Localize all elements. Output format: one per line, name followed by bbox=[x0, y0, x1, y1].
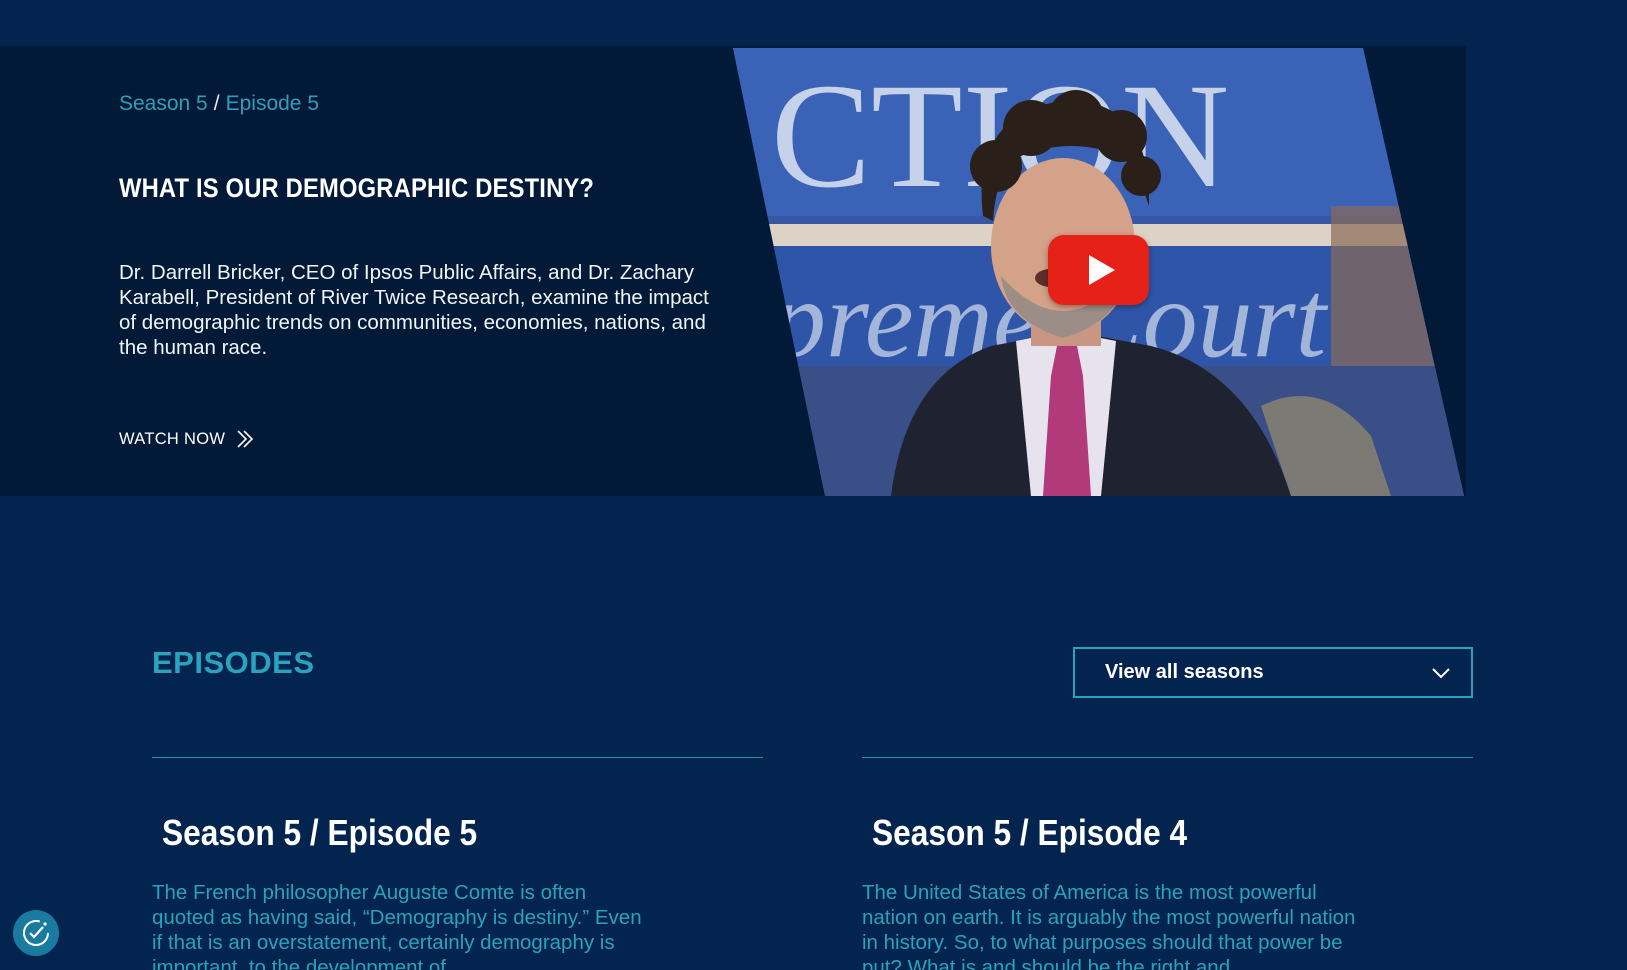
season-select-value: View all seasons bbox=[1105, 661, 1264, 683]
card-divider bbox=[862, 757, 1473, 758]
episode-description: Dr. Darrell Bricker, CEO of Ipsos Public… bbox=[119, 261, 709, 359]
episode-title: WHAT IS OUR DEMOGRAPHIC DESTINY? bbox=[119, 173, 595, 203]
chevron-down-icon bbox=[1432, 667, 1450, 678]
watch-now-label: WATCH NOW bbox=[119, 429, 226, 448]
episode-card-summary: The United States of America is the most… bbox=[862, 881, 1356, 970]
breadcrumb-season[interactable]: Season 5 bbox=[119, 92, 208, 115]
episode-card[interactable]: Season 5 / Episode 4 The United States o… bbox=[862, 757, 1473, 970]
episode-card[interactable]: Season 5 / Episode 5 The French philosop… bbox=[152, 757, 763, 970]
cookie-consent-icon bbox=[23, 920, 49, 946]
watch-now-link[interactable]: WATCH NOW bbox=[119, 429, 255, 449]
cookie-consent-button[interactable] bbox=[13, 910, 59, 956]
breadcrumb-episode[interactable]: Episode 5 bbox=[226, 92, 319, 115]
play-icon bbox=[1088, 255, 1115, 285]
breadcrumb: Season 5/ Episode 5 bbox=[119, 92, 319, 116]
episode-card-heading[interactable]: Season 5 / Episode 4 bbox=[872, 812, 1401, 854]
double-chevron-right-icon bbox=[237, 430, 254, 448]
episode-card-summary: The French philosopher Auguste Comte is … bbox=[152, 881, 642, 970]
card-divider bbox=[152, 757, 763, 758]
video-player[interactable]: CTION preme Court bbox=[731, 46, 1466, 496]
episode-card-heading[interactable]: Season 5 / Episode 5 bbox=[162, 812, 691, 854]
breadcrumb-separator: / bbox=[213, 92, 220, 115]
episodes-section-title: EPISODES bbox=[152, 645, 315, 680]
featured-episode-hero: Season 5/ Episode 5 WHAT IS OUR DEMOGRAPH… bbox=[0, 46, 1466, 496]
play-button[interactable] bbox=[1048, 235, 1149, 305]
season-select-dropdown[interactable]: View all seasons bbox=[1073, 647, 1473, 698]
